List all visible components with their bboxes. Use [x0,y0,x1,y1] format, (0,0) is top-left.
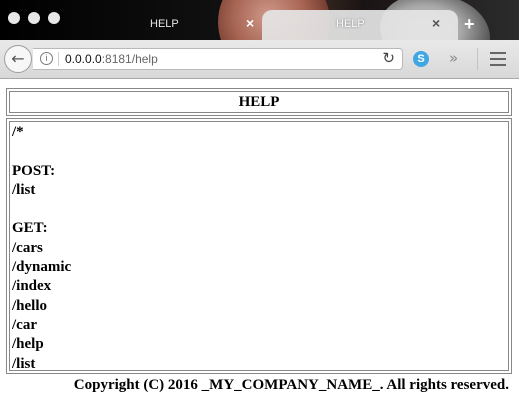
url-host: 0.0.0.0 [65,52,102,66]
page-title: HELP [9,91,509,113]
tab-title: HELP [150,18,179,30]
tab-close-icon[interactable]: × [246,15,254,31]
info-icon[interactable]: i [40,52,53,65]
zoom-window-button[interactable] [48,12,60,24]
tab-help-1[interactable]: HELP × [108,10,268,40]
window-controls [8,12,60,24]
overflow-chevron-icon[interactable]: » [449,49,458,67]
minimize-window-button[interactable] [28,12,40,24]
tab-close-icon[interactable]: × [432,15,440,31]
page-content: HELP /* POST: /list GET: /cars /dynamic … [0,79,519,414]
heading-table: HELP [6,88,512,116]
url-path: :8181/help [101,52,158,66]
tab-bar: HELP × HELP × + [0,0,519,40]
close-window-button[interactable] [8,12,20,24]
routes-table: /* POST: /list GET: /cars /dynamic /inde… [6,118,512,374]
routes-list: /* POST: /list GET: /cars /dynamic /inde… [12,124,72,372]
tab-help-2-active[interactable]: HELP × [262,10,458,40]
toolbar-divider [477,48,478,70]
tab-title: HELP [336,18,365,30]
hamburger-menu-icon[interactable] [490,52,506,70]
navigation-toolbar: ← i 0.0.0.0:8181/help ↻ S » [0,40,519,79]
url-text[interactable]: 0.0.0.0:8181/help [65,52,158,66]
back-arrow-icon[interactable]: ← [4,45,32,73]
routes-cell: /* POST: /list GET: /cars /dynamic /inde… [9,121,509,372]
new-tab-button[interactable]: + [464,14,475,35]
url-separator [58,52,59,66]
reload-icon[interactable]: ↻ [382,49,395,67]
copyright-footer: Copyright (C) 2016 _MY_COMPANY_NAME_. Al… [73,377,509,393]
skype-extension-icon[interactable]: S [413,51,429,67]
address-bar[interactable]: i 0.0.0.0:8181/help ↻ [33,48,403,70]
